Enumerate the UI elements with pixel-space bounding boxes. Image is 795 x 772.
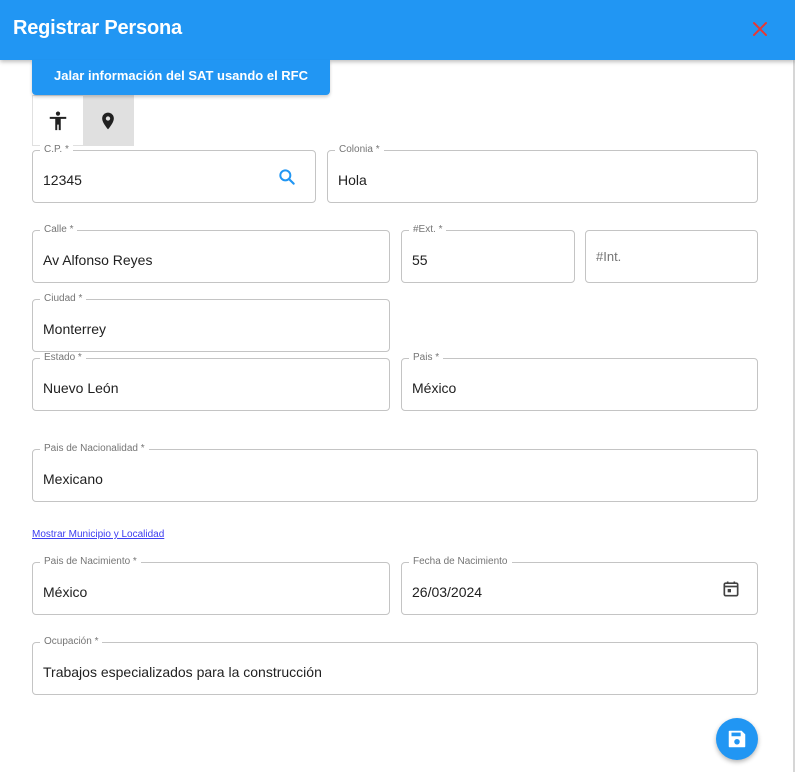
ocupacion-value[interactable]: Trabajos especializados para la construc… [43,664,322,680]
pais-nacimiento-field[interactable]: Pais de Nacimiento * México [32,556,390,615]
fecha-nacimiento-value[interactable]: 26/03/2024 [412,584,482,600]
pais-nacimiento-label: Pais de Nacimiento * [40,556,141,568]
dialog-title: Registrar Persona [13,17,182,39]
mode-toggle-group [32,95,134,146]
pais-value[interactable]: México [412,380,456,396]
ext-value[interactable]: 55 [412,252,428,268]
toggle-location-button[interactable] [83,96,133,145]
nacionalidad-label: Pais de Nacionalidad * [40,443,149,455]
nacionalidad-field[interactable]: Pais de Nacionalidad * Mexicano [32,443,758,502]
calle-field[interactable]: Calle * Av Alfonso Reyes [32,224,390,283]
toggle-person-button[interactable] [33,96,83,145]
close-button[interactable] [748,17,772,41]
cp-label: C.P. * [40,144,73,156]
calendar-icon [723,581,739,597]
cp-field[interactable]: C.P. * 12345 [32,144,316,203]
save-button[interactable] [716,718,758,760]
calle-value[interactable]: Av Alfonso Reyes [43,252,152,268]
calle-label: Calle * [40,224,78,236]
search-icon [279,169,295,185]
cp-search-button[interactable] [277,167,297,187]
nacionalidad-value[interactable]: Mexicano [43,471,103,487]
sat-rfc-button[interactable]: Jalar información del SAT usando el RFC [32,60,330,95]
pais-field[interactable]: Pais * México [401,352,758,411]
colonia-value[interactable]: Hola [338,172,367,188]
accessibility-person-icon [49,111,67,130]
fecha-nacimiento-field[interactable]: Fecha de Nacimiento 26/03/2024 [401,556,758,615]
ciudad-field[interactable]: Ciudad * Monterrey [32,293,390,352]
dialog-header: Registrar Persona [0,0,795,60]
ext-field[interactable]: #Ext. * 55 [401,224,575,283]
location-pin-icon [102,112,114,129]
close-icon [753,22,767,36]
int-field[interactable]: #Int. [585,230,758,283]
cp-value[interactable]: 12345 [43,172,82,188]
ciudad-value[interactable]: Monterrey [43,321,106,337]
colonia-label: Colonia * [335,144,384,156]
pais-nacimiento-value[interactable]: México [43,584,87,600]
estado-field[interactable]: Estado * Nuevo León [32,352,390,411]
int-placeholder[interactable]: #Int. [596,249,621,264]
ocupacion-field[interactable]: Ocupación * Trabajos especializados para… [32,636,758,695]
ocupacion-label: Ocupación * [40,636,103,648]
ext-label: #Ext. * [409,224,447,236]
calendar-button[interactable] [721,579,741,599]
colonia-field[interactable]: Colonia * Hola [327,144,758,203]
pais-label: Pais * [409,352,444,364]
fecha-nacimiento-label: Fecha de Nacimiento [409,556,512,568]
show-municipio-link[interactable]: Mostrar Municipio y Localidad [32,529,164,540]
estado-label: Estado * [40,352,86,364]
estado-value[interactable]: Nuevo León [43,380,119,396]
ciudad-label: Ciudad * [40,293,87,305]
save-floppy-icon [728,730,746,748]
